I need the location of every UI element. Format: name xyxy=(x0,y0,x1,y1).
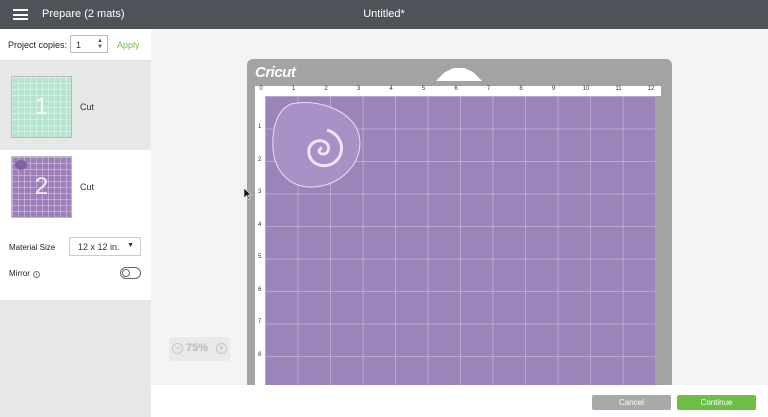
info-icon[interactable]: i xyxy=(33,271,41,278)
mat-action-2: Cut xyxy=(80,182,95,192)
mat-list-item-1[interactable]: 1 Cut xyxy=(0,70,151,148)
mirror-label-row: Mirror i xyxy=(9,269,41,278)
ruler-x-label: 12 xyxy=(647,86,655,92)
footer-bar: Cancel Continue xyxy=(151,385,768,417)
continue-button[interactable]: Continue xyxy=(677,395,756,410)
chevron-down-icon: ▼ xyxy=(127,242,134,249)
mouse-cursor-icon xyxy=(244,188,252,200)
project-copies-row: Project copies: 1 ▲ ▼ Apply xyxy=(0,29,151,61)
zoom-out-button[interactable]: − xyxy=(172,343,183,354)
swirl-design[interactable] xyxy=(271,100,363,188)
ruler-x-label: 9 xyxy=(551,86,556,92)
ruler-x-label: 5 xyxy=(421,86,426,92)
project-copies-label: Project copies: xyxy=(8,40,68,50)
project-copies-value: 1 xyxy=(76,40,82,50)
top-bar: Prepare (2 mats) Untitled* xyxy=(0,0,768,29)
stepper-down-icon[interactable]: ▼ xyxy=(97,44,103,50)
ruler-y-label: 4 xyxy=(258,221,262,228)
mat-thumbnail-2[interactable]: 2 xyxy=(11,156,72,218)
ruler-y-label: 7 xyxy=(258,319,262,325)
ruler-y-label: 3 xyxy=(258,189,262,195)
cancel-button[interactable]: Cancel xyxy=(592,395,671,410)
ruler-y-label: 8 xyxy=(258,351,262,358)
cricut-logo: Cricut xyxy=(255,64,296,81)
ruler-x-label: 2 xyxy=(324,86,328,92)
apply-button[interactable]: Apply xyxy=(117,40,140,50)
ruler-top: 0 1 2 3 4 5 6 7 8 9 10 11 12 xyxy=(255,86,661,96)
ruler-x-label: 4 xyxy=(389,86,393,92)
toggle-knob xyxy=(122,269,130,277)
mat-action-1: Cut xyxy=(80,102,95,112)
ruler-y-label: 1 xyxy=(258,124,262,130)
mat-number-1: 1 xyxy=(34,93,49,120)
material-size-value: 12 x 12 in. xyxy=(78,242,120,252)
mat-thumbnail-1[interactable]: 1 xyxy=(11,76,72,138)
mat-list-item-2[interactable]: 2 Cut Material Size 12 x 12 in. ▼ Mirror… xyxy=(0,150,151,300)
mat-sidebar: Project copies: 1 ▲ ▼ Apply 1 Cut 2 Cut M… xyxy=(0,29,151,417)
mirror-toggle[interactable] xyxy=(120,267,141,279)
ruler-x-label: 11 xyxy=(615,86,622,92)
material-size-label: Material Size xyxy=(9,243,56,252)
swirl-shape xyxy=(272,102,361,188)
zoom-control: − 75% + xyxy=(169,337,230,361)
design-preview-icon xyxy=(15,160,27,170)
ruler-x-label: 8 xyxy=(519,86,523,92)
ruler-x-label: 3 xyxy=(356,86,361,92)
ruler-x-label: 0 xyxy=(259,86,263,92)
project-name: Untitled* xyxy=(363,8,405,20)
copies-stepper[interactable]: ▲ ▼ xyxy=(97,38,104,50)
ruler-x-label: 1 xyxy=(291,86,296,92)
mirror-label: Mirror xyxy=(9,269,30,278)
ruler-x-label: 7 xyxy=(486,86,491,92)
mat-number-2: 2 xyxy=(34,173,49,200)
project-copies-input[interactable]: 1 ▲ ▼ xyxy=(70,35,108,53)
zoom-in-button[interactable]: + xyxy=(216,343,227,354)
material-size-select[interactable]: 12 x 12 in. ▼ xyxy=(69,237,141,256)
zoom-level: 75% xyxy=(186,342,209,354)
ruler-x-label: 6 xyxy=(454,86,458,92)
ruler-y-label: 5 xyxy=(258,254,262,260)
ruler-y-label: 2 xyxy=(258,156,262,163)
ruler-x-label: 10 xyxy=(582,86,590,92)
ruler-left: 1 2 3 4 5 6 7 8 xyxy=(255,96,265,386)
ruler-y-label: 6 xyxy=(258,286,262,293)
